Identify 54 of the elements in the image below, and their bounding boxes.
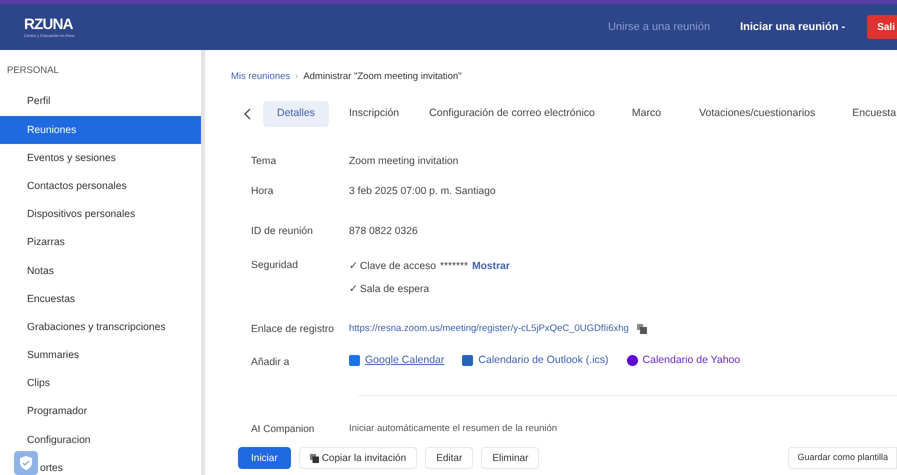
field-label: Hora bbox=[251, 185, 274, 199]
exit-button[interactable]: Sali bbox=[867, 15, 897, 39]
sidebar-item[interactable]: Perfil bbox=[0, 88, 201, 116]
delete-button[interactable]: Eliminar bbox=[481, 447, 540, 469]
breadcrumb-link[interactable]: Mis reuniones bbox=[231, 70, 290, 84]
sidebar-item[interactable]: Programador bbox=[0, 398, 201, 426]
waiting-room-label: ✓ Sala de espera bbox=[349, 283, 430, 297]
passcode-label: ✓ Clave de acceso bbox=[349, 260, 436, 274]
sidebar-item[interactable]: ortes bbox=[0, 454, 201, 475]
tab[interactable]: Votaciones/cuestionarios bbox=[699, 101, 816, 127]
sidebar-item[interactable]: Grabaciones y transcripciones bbox=[0, 314, 201, 342]
breadcrumb-separator: › bbox=[295, 70, 298, 84]
tab[interactable]: Marco bbox=[632, 101, 662, 127]
calendar-link[interactable]: Calendario de Outlook (.ics) bbox=[478, 353, 609, 369]
field-label: Tema bbox=[251, 155, 278, 169]
field-label: Seguridad bbox=[251, 259, 299, 273]
sidebar-item[interactable]: Reuniones bbox=[0, 116, 201, 144]
field-label: Añadir a bbox=[251, 356, 290, 370]
sidebar-item[interactable]: Configuracion bbox=[0, 426, 201, 454]
tab[interactable]: Configuración de correo electrónico bbox=[429, 101, 595, 127]
field-label: ID de reunión bbox=[251, 225, 314, 239]
sidebar-item[interactable]: Summaries bbox=[0, 342, 201, 370]
field-value: Iniciar automáticamente el resumen de la reunión bbox=[349, 422, 558, 436]
field-value: Zoom meeting invitation bbox=[349, 155, 458, 169]
breadcrumb-current: Administrar "Zoom meeting invitation" bbox=[303, 70, 462, 84]
sidebar-item[interactable]: Clips bbox=[0, 370, 201, 398]
sidebar-item[interactable]: Encuestas bbox=[0, 285, 201, 314]
sidebar-item[interactable]: Dispositivos personales bbox=[0, 200, 201, 229]
calendar-link[interactable]: Google Calendar bbox=[365, 353, 444, 369]
tab[interactable]: Inscripción bbox=[348, 101, 400, 127]
registration-link[interactable]: https://resna.zoom.us/meeting/register/y-cL5jPxQeC_0UGDfIi6xhg bbox=[349, 322, 629, 336]
field-label: Enlace de registro bbox=[251, 323, 335, 337]
sidebar-item[interactable]: Pizarras bbox=[0, 228, 201, 258]
copy-invitation-button[interactable]: Copiar la invitación bbox=[298, 447, 418, 469]
passcode-masked: ******* bbox=[440, 260, 468, 274]
copy-icon[interactable] bbox=[636, 324, 647, 334]
field-value: 3 feb 2025 07:00 p. m. Santiago bbox=[349, 185, 496, 199]
tab[interactable]: Encuesta bbox=[852, 101, 896, 127]
calendar-link[interactable]: Calendario de Yahoo bbox=[642, 353, 740, 369]
field-label: AI Companion bbox=[251, 423, 316, 437]
tab[interactable]: Detalles bbox=[263, 101, 329, 127]
shield-badge-icon bbox=[14, 451, 38, 475]
edit-button[interactable]: Editar bbox=[425, 447, 474, 469]
field-value: 878 0822 0326 bbox=[349, 225, 418, 239]
logo: RZUNA bbox=[24, 16, 74, 32]
save-template-button[interactable]: Guardar como plantilla bbox=[788, 447, 897, 469]
show-passcode-link[interactable]: Mostrar bbox=[472, 259, 510, 275]
section-heading: PERSONAL bbox=[6, 64, 60, 78]
start-button[interactable]: Iniciar bbox=[238, 447, 291, 469]
copy-icon bbox=[310, 454, 319, 462]
start-meeting-menu[interactable]: Iniciar una reunión - bbox=[740, 18, 846, 36]
sidebar-item[interactable]: Eventos y sesiones bbox=[0, 144, 201, 173]
sidebar-item[interactable]: Notas bbox=[0, 257, 201, 286]
sidebar-item[interactable]: Contactos personales bbox=[0, 172, 201, 201]
